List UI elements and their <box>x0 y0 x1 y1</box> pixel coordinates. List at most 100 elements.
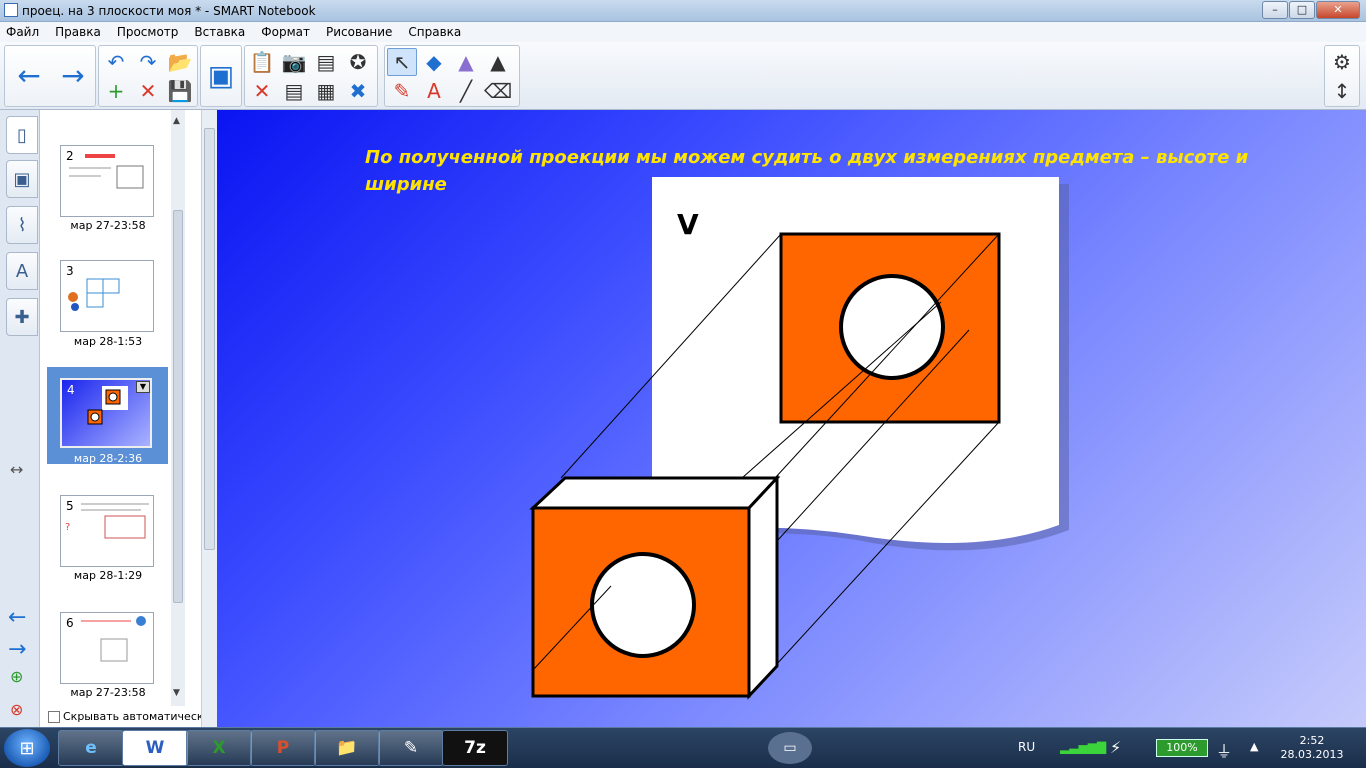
block-side-face <box>747 474 779 700</box>
plane-label: V <box>677 208 699 241</box>
prev-page-icon[interactable]: ← <box>8 605 26 630</box>
eraser-shape-icon[interactable]: ▲ <box>451 48 481 76</box>
auto-hide-option[interactable]: Скрывать автоматическ <box>48 710 204 723</box>
projection-drawing: V <box>529 177 1069 700</box>
open-icon[interactable]: 📂 <box>165 48 195 76</box>
smart-board-tray-icon[interactable]: ▭ <box>768 732 812 764</box>
line-icon[interactable]: ╱ <box>451 77 481 105</box>
text-icon[interactable]: A <box>419 77 449 105</box>
page-thumbnail-4[interactable]: 4 ▼ <box>60 378 152 448</box>
screen-icon[interactable]: ▣ <box>201 56 241 96</box>
page-thumbnail-3[interactable]: 3 <box>60 260 154 332</box>
menu-edit[interactable]: Правка <box>55 25 101 39</box>
next-page-icon[interactable]: → <box>8 637 26 662</box>
redo-icon[interactable]: ↷ <box>133 48 163 76</box>
app-icon <box>4 3 18 17</box>
settings-gear-icon[interactable]: ⚙ <box>1327 48 1357 76</box>
language-indicator[interactable]: RU <box>1018 740 1035 754</box>
title-bar: проец. на 3 плоскости моя * - SMART Note… <box>0 0 1366 22</box>
attachments-tab-icon[interactable]: ⌇ <box>6 206 38 244</box>
ie-taskbar-icon[interactable]: e <box>58 730 124 766</box>
clock-time: 2:52 <box>1299 734 1325 747</box>
page-thumbnail-6[interactable]: 6 <box>60 612 154 684</box>
resize-arrows-icon[interactable]: ↔ <box>10 460 23 479</box>
page-menu-dropdown-icon[interactable]: ▼ <box>136 381 150 393</box>
select-arrow-icon[interactable]: ↖ <box>387 48 417 76</box>
page-thumbnail-2[interactable]: 2 <box>60 145 154 217</box>
save-icon[interactable]: 💾 <box>165 77 195 105</box>
tools-group: ↖ ◆ ▲ ▲ ✎ A ╱ ⌫ <box>384 45 520 107</box>
signal-bars-icon[interactable]: ▂▃▅▆▇ <box>1060 740 1106 758</box>
properties-tab-icon[interactable]: A <box>6 252 38 290</box>
menu-file[interactable]: Файл <box>6 25 39 39</box>
clear-icon[interactable]: ✖ <box>343 77 373 105</box>
screen-shade-2-icon[interactable]: ▤ <box>279 77 309 105</box>
screen-shade-icon[interactable]: ▤ <box>311 48 341 76</box>
scroll-up-icon[interactable]: ▲ <box>173 116 180 126</box>
page-date-5: мар 28-1:29 <box>73 569 143 582</box>
menu-draw[interactable]: Рисование <box>326 25 392 39</box>
table-icon[interactable]: ▦ <box>311 77 341 105</box>
notebook-taskbar-icon[interactable]: ✎ <box>378 730 444 766</box>
fill-icon[interactable]: ▲ <box>483 48 513 76</box>
svg-text:?: ? <box>65 522 70 533</box>
undo-icon[interactable]: ↶ <box>101 48 131 76</box>
paste-icon[interactable]: 📋 <box>247 48 277 76</box>
thumb-6-content <box>81 616 146 662</box>
page-date-2: мар 27-23:58 <box>70 219 146 232</box>
forward-arrow-icon[interactable]: → <box>53 56 93 96</box>
recognize-icon[interactable]: ✪ <box>343 48 373 76</box>
camera-icon[interactable]: 📷 <box>279 48 309 76</box>
show-hidden-icons-icon[interactable]: ▲ <box>1250 740 1258 753</box>
thumb-5-content: ? <box>65 503 149 539</box>
toolbar: ← → ↶ ↷ 📂 + ✕ 💾 ▣ 📋 📷 ▤ ✪ ✕ ▤ ▦ ✖ ↖ ◆ ▲ … <box>0 42 1366 110</box>
settings-group: ⚙ ↕ <box>1324 45 1360 107</box>
eraser-icon[interactable]: ⌫ <box>483 77 513 105</box>
page-sorter: 2 мар 27-23:58 3 мар 28-1:53 4 ▼ мар 28-… <box>8 110 216 727</box>
scroll-down-icon[interactable]: ▼ <box>173 688 180 698</box>
powerpoint-taskbar-icon[interactable]: P <box>250 730 316 766</box>
window-title: проец. на 3 плоскости моя * - SMART Note… <box>22 4 316 18</box>
window-controls: – □ ✕ <box>1262 1 1360 19</box>
battery-indicator[interactable]: 100% <box>1156 739 1208 757</box>
menu-format[interactable]: Формат <box>261 25 310 39</box>
page-thumbnail-5[interactable]: 5 ? <box>60 495 154 567</box>
page-sorter-tab-icon[interactable]: ▯ <box>6 116 38 154</box>
move-toolbar-icon[interactable]: ↕ <box>1327 77 1357 105</box>
side-tabs: ▯ ▣ ⌇ A ✚ ↔ <box>0 110 40 727</box>
delete-page-icon[interactable]: ✕ <box>133 77 163 105</box>
menu-insert[interactable]: Вставка <box>194 25 245 39</box>
minimize-button[interactable]: – <box>1262 1 1288 19</box>
start-button-icon[interactable]: ⊞ <box>4 729 50 767</box>
clock[interactable]: 2:52 28.03.2013 <box>1272 734 1352 762</box>
delete-icon[interactable]: ✕ <box>247 77 277 105</box>
excel-taskbar-icon[interactable]: X <box>186 730 252 766</box>
addons-tab-icon[interactable]: ✚ <box>6 298 38 336</box>
sorter-scroll-thumb[interactable] <box>173 210 183 603</box>
power-plug-icon[interactable]: ⏚ <box>1216 738 1232 762</box>
close-button[interactable]: ✕ <box>1316 1 1360 19</box>
add-page-icon[interactable]: + <box>101 77 131 105</box>
network-icon[interactable]: ⚡ <box>1110 738 1121 757</box>
projection-hole <box>839 274 945 380</box>
menu-help[interactable]: Справка <box>408 25 461 39</box>
delete-page-side-icon[interactable]: ⊗ <box>10 700 23 719</box>
pen-icon[interactable]: ✎ <box>387 77 417 105</box>
word-taskbar-icon[interactable]: W <box>122 730 188 766</box>
canvas-scrollbar[interactable] <box>201 110 217 727</box>
sorter-scrollbar[interactable]: ▲ ▼ <box>171 110 185 706</box>
add-page-side-icon[interactable]: ⊕ <box>10 667 23 686</box>
explorer-taskbar-icon[interactable]: 📁 <box>314 730 380 766</box>
auto-hide-checkbox[interactable] <box>48 710 60 723</box>
nav-group: ← → <box>4 45 96 107</box>
7zip-taskbar-icon[interactable]: 7z <box>442 730 508 766</box>
shapes-icon[interactable]: ◆ <box>419 48 449 76</box>
canvas-scroll-thumb[interactable] <box>204 128 215 550</box>
slide-canvas[interactable]: По полученной проекции мы можем судить о… <box>217 110 1366 727</box>
back-arrow-icon[interactable]: ← <box>9 56 49 96</box>
gallery-tab-icon[interactable]: ▣ <box>6 160 38 198</box>
maximize-button[interactable]: □ <box>1289 1 1315 19</box>
menu-view[interactable]: Просмотр <box>117 25 179 39</box>
file-group: ↶ ↷ 📂 + ✕ 💾 <box>98 45 198 107</box>
taskbar: ⊞ e W X P 📁 ✎ 7z ▭ RU ▂▃▅▆▇ ⚡ 100% ⏚ ▲ 2… <box>0 727 1366 768</box>
